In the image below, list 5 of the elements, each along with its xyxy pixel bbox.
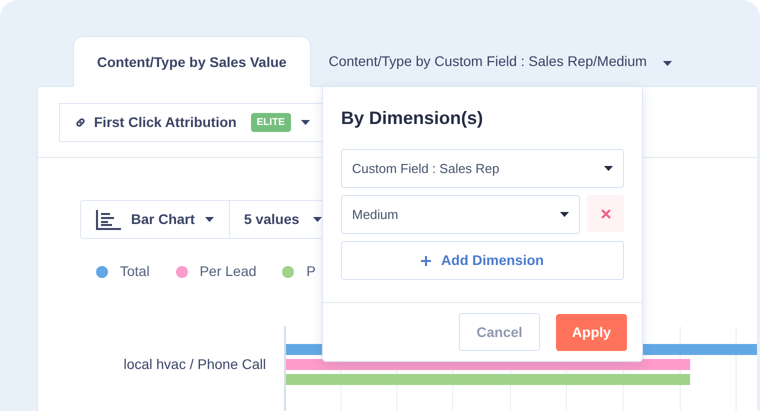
chart-row-label: local hvac / Phone Call: [124, 355, 266, 374]
legend-label: Per Lead: [200, 262, 256, 281]
legend-label: P: [306, 262, 316, 281]
elite-badge: ELITE: [250, 112, 291, 132]
legend-label: Total: [120, 262, 150, 281]
